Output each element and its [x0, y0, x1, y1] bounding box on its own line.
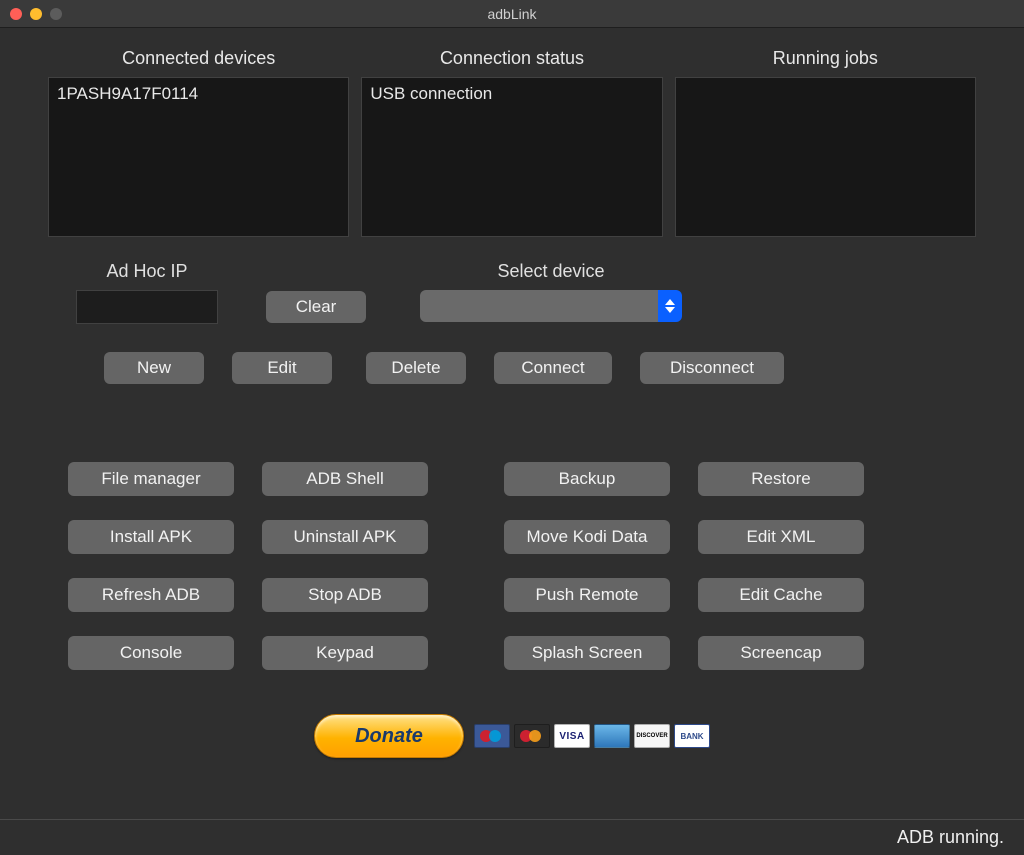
move-kodi-data-button[interactable]: Move Kodi Data [504, 520, 670, 554]
stop-adb-button[interactable]: Stop ADB [262, 578, 428, 612]
clear-button[interactable]: Clear [266, 291, 366, 323]
edit-button[interactable]: Edit [232, 352, 332, 384]
select-device-dropdown[interactable] [420, 290, 682, 322]
edit-xml-button[interactable]: Edit XML [698, 520, 864, 554]
mastercard-icon [514, 724, 550, 748]
disconnect-button[interactable]: Disconnect [640, 352, 784, 384]
console-button[interactable]: Console [68, 636, 234, 670]
backup-button[interactable]: Backup [504, 462, 670, 496]
statusbar: ADB running. [0, 819, 1024, 855]
refresh-adb-button[interactable]: Refresh ADB [68, 578, 234, 612]
adhoc-ip-input[interactable] [76, 290, 218, 324]
running-jobs-list[interactable] [675, 77, 976, 237]
status-item: USB connection [370, 84, 653, 104]
device-item[interactable]: 1PASH9A17F0114 [57, 84, 340, 104]
connection-status-label: Connection status [440, 48, 584, 69]
restore-button[interactable]: Restore [698, 462, 864, 496]
close-window-button[interactable] [10, 8, 22, 20]
status-text: ADB running. [897, 827, 1004, 848]
push-remote-button[interactable]: Push Remote [504, 578, 670, 612]
donate-button[interactable]: Donate [314, 714, 464, 758]
delete-button[interactable]: Delete [366, 352, 466, 384]
screencap-button[interactable]: Screencap [698, 636, 864, 670]
install-apk-button[interactable]: Install APK [68, 520, 234, 554]
connect-button[interactable]: Connect [494, 352, 612, 384]
bank-card-icon: BANK [674, 724, 710, 748]
connected-devices-list[interactable]: 1PASH9A17F0114 [48, 77, 349, 237]
select-device-value [420, 290, 658, 322]
uninstall-apk-button[interactable]: Uninstall APK [262, 520, 428, 554]
discover-card-icon: DISCOVER [634, 724, 670, 748]
window-title: adbLink [0, 6, 1024, 22]
running-jobs-panel: Running jobs [675, 48, 976, 237]
maximize-window-button[interactable] [50, 8, 62, 20]
connected-devices-label: Connected devices [122, 48, 275, 69]
select-device-label: Select device [497, 261, 604, 282]
visa-card-icon: VISA [554, 724, 590, 748]
splash-screen-button[interactable]: Splash Screen [504, 636, 670, 670]
window-controls [0, 8, 62, 20]
connection-status-panel: Connection status USB connection [361, 48, 662, 237]
minimize-window-button[interactable] [30, 8, 42, 20]
new-button[interactable]: New [104, 352, 204, 384]
file-manager-button[interactable]: File manager [68, 462, 234, 496]
adhoc-ip-label: Ad Hoc IP [106, 261, 187, 282]
amex-card-icon [594, 724, 630, 748]
connected-devices-panel: Connected devices 1PASH9A17F0114 [48, 48, 349, 237]
adb-shell-button[interactable]: ADB Shell [262, 462, 428, 496]
maestro-card-icon [474, 724, 510, 748]
chevron-up-down-icon [658, 290, 682, 322]
payment-cards: VISA DISCOVER BANK [474, 724, 710, 748]
keypad-button[interactable]: Keypad [262, 636, 428, 670]
connection-status-list[interactable]: USB connection [361, 77, 662, 237]
running-jobs-label: Running jobs [773, 48, 878, 69]
edit-cache-button[interactable]: Edit Cache [698, 578, 864, 612]
titlebar: adbLink [0, 0, 1024, 28]
